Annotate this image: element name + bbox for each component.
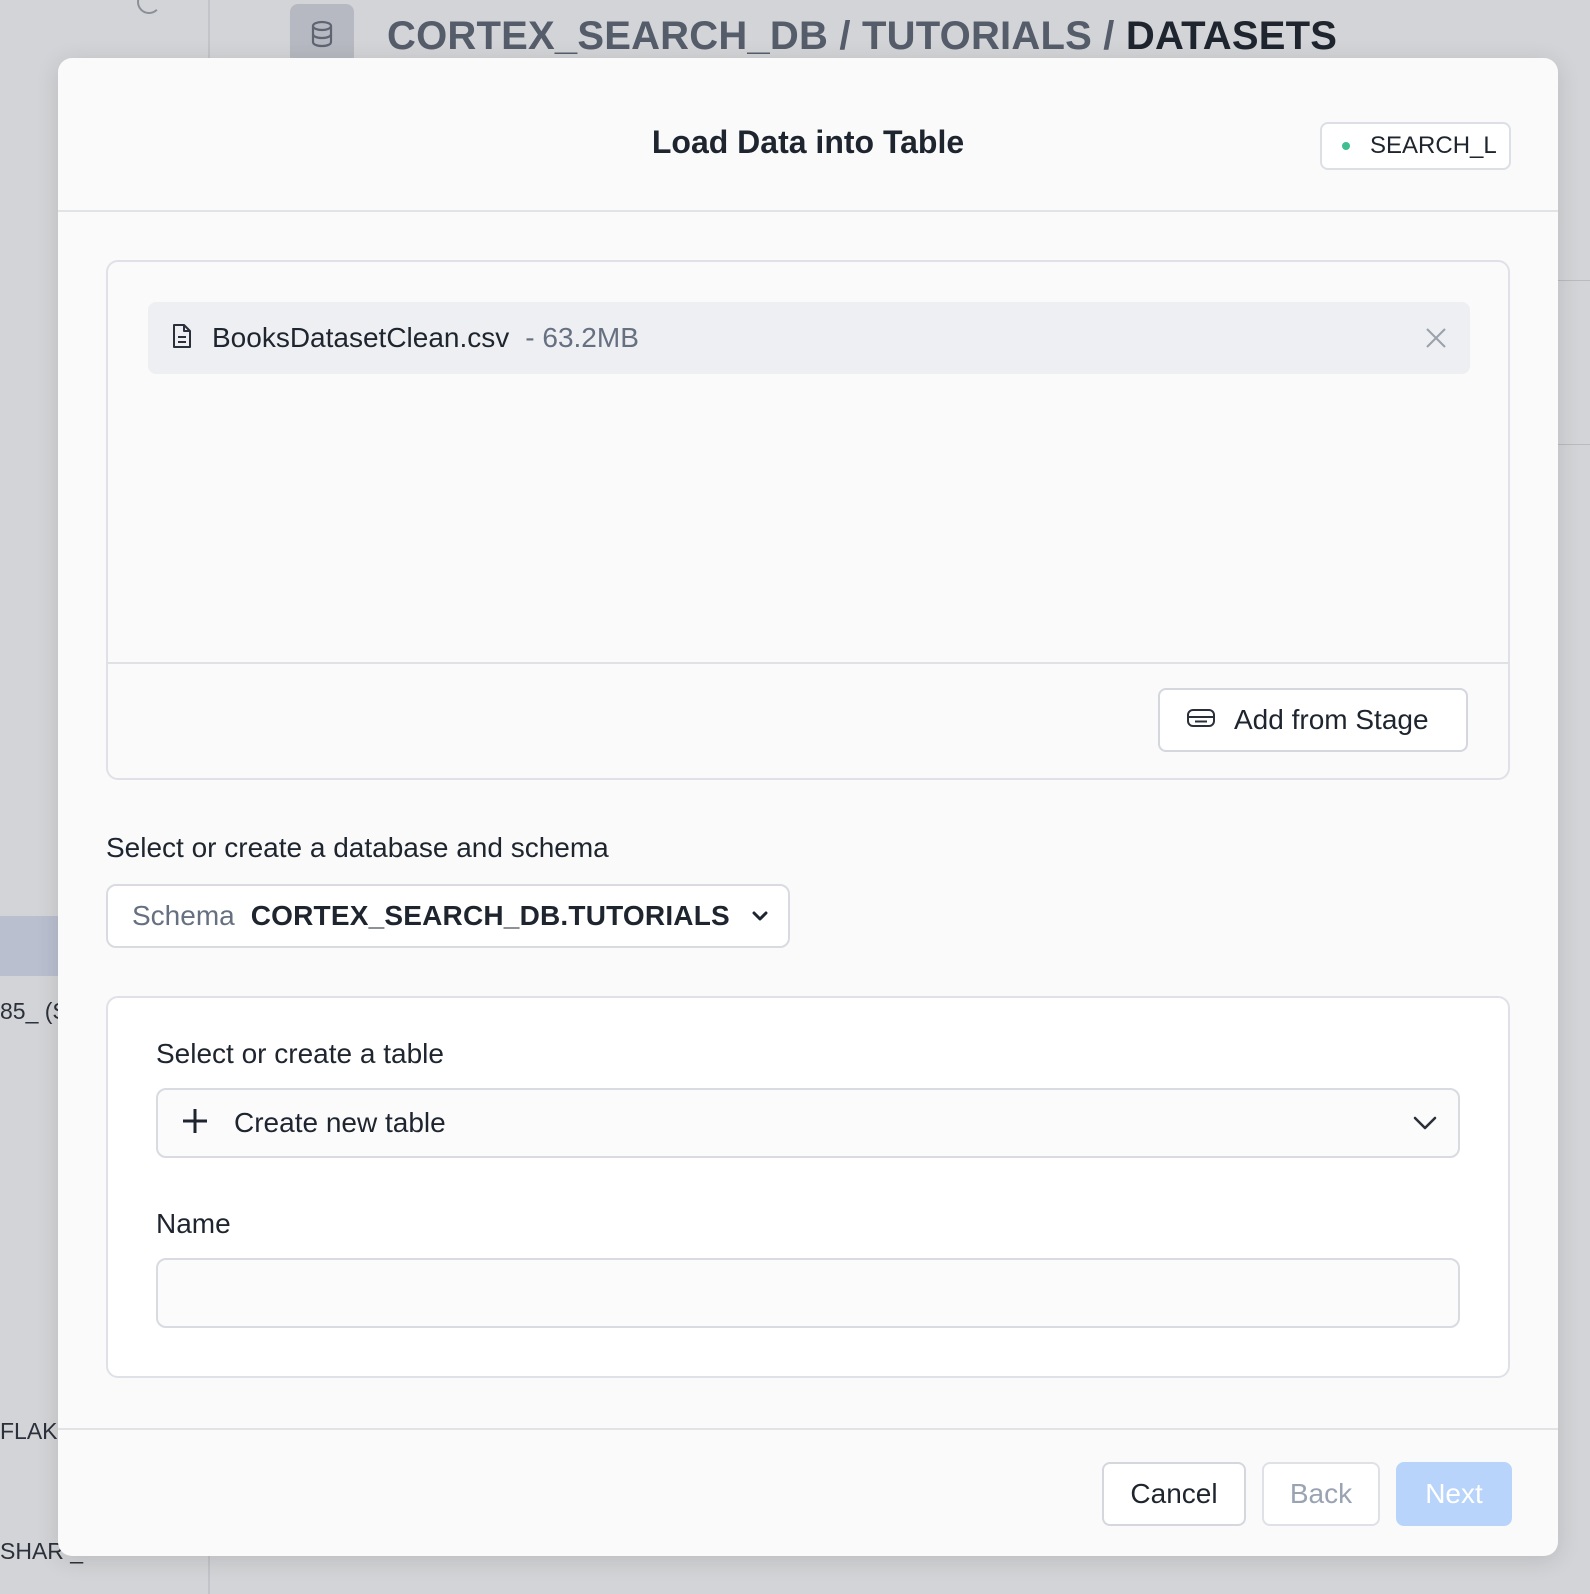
load-data-modal: Load Data into Table SEARCH_L BooksDatas…: [58, 58, 1558, 1556]
chevron-down-icon: [1412, 1110, 1438, 1141]
next-button[interactable]: Next: [1396, 1462, 1512, 1526]
sidebar-selected-row[interactable]: [0, 916, 60, 976]
schema-select-label: Schema: [132, 900, 235, 931]
breadcrumb: CORTEX_SEARCH_DB / TUTORIALS / DATASETS: [387, 14, 1337, 59]
name-field-label: Name: [156, 1208, 231, 1239]
file-icon: [172, 323, 192, 354]
cancel-button[interactable]: Cancel: [1102, 1462, 1246, 1526]
table-section-label: Select or create a table: [156, 1038, 444, 1069]
file-upload-area[interactable]: BooksDatasetClean.csv - 63.2MB Add from …: [106, 260, 1510, 780]
file-size: - 63.2MB: [525, 322, 639, 353]
remove-file-close-icon[interactable]: [1422, 324, 1450, 352]
background-divider: [1556, 444, 1590, 445]
schema-select-value: CORTEX_SEARCH_DB.TUTORIALS: [250, 900, 730, 931]
loading-spinner-icon: [137, 0, 161, 14]
modal-header: Load Data into Table SEARCH_L: [58, 58, 1558, 212]
schema-section-label: Select or create a database and schema: [106, 832, 609, 863]
breadcrumb-current: DATASETS: [1125, 14, 1338, 58]
background-divider: [1556, 280, 1590, 281]
schema-select[interactable]: Schema CORTEX_SEARCH_DB.TUTORIALS: [106, 884, 790, 948]
file-name: BooksDatasetClean.csv: [212, 322, 510, 353]
add-from-stage-label: Add from Stage: [1234, 704, 1429, 735]
table-select-value: Create new table: [234, 1107, 446, 1138]
file-item: BooksDatasetClean.csv - 63.2MB: [148, 302, 1470, 374]
file-area-footer: Add from Stage: [108, 662, 1508, 778]
warehouse-name: SEARCH_L: [1370, 132, 1497, 159]
plus-icon: [182, 1108, 208, 1139]
table-section: Select or create a table Create new tabl…: [106, 996, 1510, 1378]
breadcrumb-schema[interactable]: TUTORIALS /: [862, 14, 1115, 58]
warehouse-status-dot-icon: [1342, 142, 1350, 150]
add-from-stage-button[interactable]: Add from Stage: [1158, 688, 1468, 752]
database-icon: [290, 4, 354, 64]
back-button[interactable]: Back: [1262, 1462, 1380, 1526]
table-name-input[interactable]: [156, 1258, 1460, 1328]
table-select[interactable]: Create new table: [156, 1088, 1460, 1158]
warehouse-selector[interactable]: SEARCH_L: [1320, 122, 1511, 170]
stage-icon: [1186, 704, 1216, 736]
breadcrumb-db[interactable]: CORTEX_SEARCH_DB /: [387, 14, 851, 58]
chevron-down-icon: [752, 910, 768, 922]
modal-footer: Cancel Back Next: [58, 1428, 1558, 1556]
